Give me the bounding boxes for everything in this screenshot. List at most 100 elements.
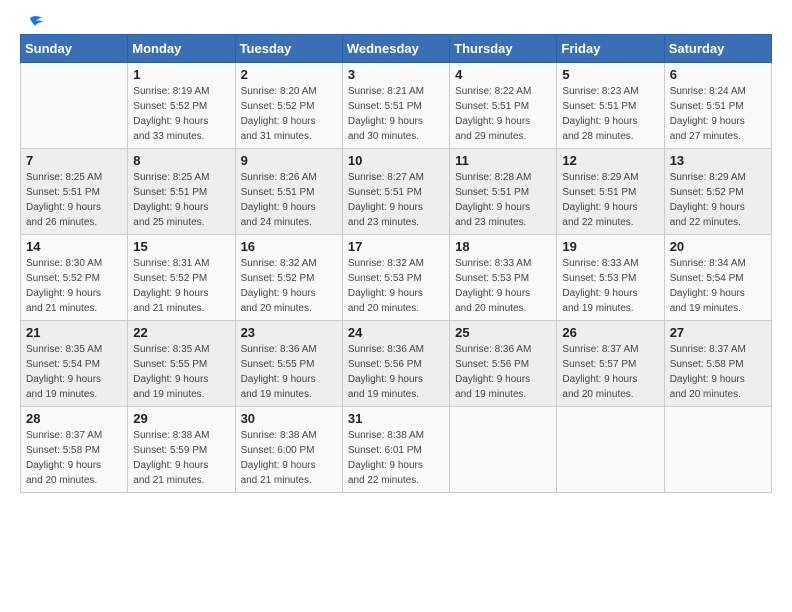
day-number: 7 [26, 153, 122, 168]
day-number: 21 [26, 325, 122, 340]
calendar-cell: 20 Sunrise: 8:34 AM Sunset: 5:54 PM Dayli… [664, 235, 771, 321]
calendar-cell: 12 Sunrise: 8:29 AM Sunset: 5:51 PM Dayli… [557, 149, 664, 235]
calendar-cell: 6 Sunrise: 8:24 AM Sunset: 5:51 PM Daylig… [664, 63, 771, 149]
weekday-header-tuesday: Tuesday [235, 35, 342, 63]
day-number: 6 [670, 67, 766, 82]
day-info: Sunrise: 8:32 AM Sunset: 5:53 PM Dayligh… [348, 256, 444, 316]
day-info: Sunrise: 8:38 AM Sunset: 5:59 PM Dayligh… [133, 428, 229, 488]
day-number: 16 [241, 239, 337, 254]
calendar-cell: 10 Sunrise: 8:27 AM Sunset: 5:51 PM Dayli… [342, 149, 449, 235]
calendar-cell [664, 407, 771, 493]
day-number: 31 [348, 411, 444, 426]
day-info: Sunrise: 8:34 AM Sunset: 5:54 PM Dayligh… [670, 256, 766, 316]
day-number: 17 [348, 239, 444, 254]
day-number: 29 [133, 411, 229, 426]
calendar-cell: 16Sunrise: 8:32 AM Sunset: 5:52 PM Dayli… [235, 235, 342, 321]
calendar-cell: 3 Sunrise: 8:21 AM Sunset: 5:51 PM Daylig… [342, 63, 449, 149]
day-info: Sunrise: 8:38 AM Sunset: 6:01 PM Dayligh… [348, 428, 444, 488]
calendar-cell: 5 Sunrise: 8:23 AM Sunset: 5:51 PM Daylig… [557, 63, 664, 149]
weekday-header-thursday: Thursday [450, 35, 557, 63]
day-number: 3 [348, 67, 444, 82]
logo [20, 20, 44, 30]
weekday-header-friday: Friday [557, 35, 664, 63]
calendar-cell: 4 Sunrise: 8:22 AM Sunset: 5:51 PM Daylig… [450, 63, 557, 149]
calendar-cell: 7 Sunrise: 8:25 AM Sunset: 5:51 PM Daylig… [21, 149, 128, 235]
calendar-cell: 26 Sunrise: 8:37 AM Sunset: 5:57 PM Dayli… [557, 321, 664, 407]
day-info: Sunrise: 8:24 AM Sunset: 5:51 PM Dayligh… [670, 84, 766, 144]
day-number: 10 [348, 153, 444, 168]
weekday-header-sunday: Sunday [21, 35, 128, 63]
calendar-cell: 9 Sunrise: 8:26 AM Sunset: 5:51 PM Daylig… [235, 149, 342, 235]
calendar-cell: 24Sunrise: 8:36 AM Sunset: 5:56 PM Dayli… [342, 321, 449, 407]
day-info: Sunrise: 8:37 AM Sunset: 5:58 PM Dayligh… [26, 428, 122, 488]
day-number: 9 [241, 153, 337, 168]
day-number: 5 [562, 67, 658, 82]
page-header [20, 20, 772, 30]
day-info: Sunrise: 8:35 AM Sunset: 5:55 PM Dayligh… [133, 342, 229, 402]
day-info: Sunrise: 8:37 AM Sunset: 5:57 PM Dayligh… [562, 342, 658, 402]
weekday-header-wednesday: Wednesday [342, 35, 449, 63]
day-number: 14 [26, 239, 122, 254]
calendar-cell: 14Sunrise: 8:30 AM Sunset: 5:52 PM Dayli… [21, 235, 128, 321]
day-number: 4 [455, 67, 551, 82]
calendar-cell: 1 Sunrise: 8:19 AM Sunset: 5:52 PM Daylig… [128, 63, 235, 149]
day-info: Sunrise: 8:21 AM Sunset: 5:51 PM Dayligh… [348, 84, 444, 144]
day-info: Sunrise: 8:36 AM Sunset: 5:56 PM Dayligh… [455, 342, 551, 402]
day-info: Sunrise: 8:27 AM Sunset: 5:51 PM Dayligh… [348, 170, 444, 230]
calendar-cell: 31 Sunrise: 8:38 AM Sunset: 6:01 PM Dayli… [342, 407, 449, 493]
calendar-cell: 8 Sunrise: 8:25 AM Sunset: 5:51 PM Daylig… [128, 149, 235, 235]
calendar-cell: 13 Sunrise: 8:29 AM Sunset: 5:52 PM Dayli… [664, 149, 771, 235]
day-info: Sunrise: 8:31 AM Sunset: 5:52 PM Dayligh… [133, 256, 229, 316]
day-info: Sunrise: 8:38 AM Sunset: 6:00 PM Dayligh… [241, 428, 337, 488]
day-number: 8 [133, 153, 229, 168]
day-info: Sunrise: 8:23 AM Sunset: 5:51 PM Dayligh… [562, 84, 658, 144]
day-info: Sunrise: 8:36 AM Sunset: 5:55 PM Dayligh… [241, 342, 337, 402]
day-info: Sunrise: 8:37 AM Sunset: 5:58 PM Dayligh… [670, 342, 766, 402]
day-info: Sunrise: 8:22 AM Sunset: 5:51 PM Dayligh… [455, 84, 551, 144]
day-number: 26 [562, 325, 658, 340]
day-number: 1 [133, 67, 229, 82]
day-info: Sunrise: 8:33 AM Sunset: 5:53 PM Dayligh… [455, 256, 551, 316]
day-number: 12 [562, 153, 658, 168]
day-number: 27 [670, 325, 766, 340]
day-number: 2 [241, 67, 337, 82]
calendar-cell: 23 Sunrise: 8:36 AM Sunset: 5:55 PM Dayli… [235, 321, 342, 407]
calendar-cell: 22 Sunrise: 8:35 AM Sunset: 5:55 PM Dayli… [128, 321, 235, 407]
day-number: 20 [670, 239, 766, 254]
calendar-cell: 30 Sunrise: 8:38 AM Sunset: 6:00 PM Dayli… [235, 407, 342, 493]
day-info: Sunrise: 8:29 AM Sunset: 5:52 PM Dayligh… [670, 170, 766, 230]
calendar-cell: 21 Sunrise: 8:35 AM Sunset: 5:54 PM Dayli… [21, 321, 128, 407]
day-info: Sunrise: 8:28 AM Sunset: 5:51 PM Dayligh… [455, 170, 551, 230]
calendar-cell [557, 407, 664, 493]
day-info: Sunrise: 8:36 AM Sunset: 5:56 PM Dayligh… [348, 342, 444, 402]
day-number: 15 [133, 239, 229, 254]
calendar-cell: 2 Sunrise: 8:20 AM Sunset: 5:52 PM Daylig… [235, 63, 342, 149]
day-info: Sunrise: 8:29 AM Sunset: 5:51 PM Dayligh… [562, 170, 658, 230]
calendar-cell: 29 Sunrise: 8:38 AM Sunset: 5:59 PM Dayli… [128, 407, 235, 493]
day-number: 18 [455, 239, 551, 254]
calendar-cell: 25Sunrise: 8:36 AM Sunset: 5:56 PM Dayli… [450, 321, 557, 407]
day-info: Sunrise: 8:25 AM Sunset: 5:51 PM Dayligh… [133, 170, 229, 230]
calendar-table: SundayMondayTuesdayWednesdayThursdayFrid… [20, 34, 772, 493]
day-info: Sunrise: 8:33 AM Sunset: 5:53 PM Dayligh… [562, 256, 658, 316]
day-number: 28 [26, 411, 122, 426]
day-info: Sunrise: 8:35 AM Sunset: 5:54 PM Dayligh… [26, 342, 122, 402]
calendar-cell: 28 Sunrise: 8:37 AM Sunset: 5:58 PM Dayli… [21, 407, 128, 493]
day-number: 11 [455, 153, 551, 168]
day-info: Sunrise: 8:20 AM Sunset: 5:52 PM Dayligh… [241, 84, 337, 144]
day-number: 13 [670, 153, 766, 168]
calendar-cell: 11 Sunrise: 8:28 AM Sunset: 5:51 PM Dayli… [450, 149, 557, 235]
calendar-cell: 15 Sunrise: 8:31 AM Sunset: 5:52 PM Dayli… [128, 235, 235, 321]
day-number: 19 [562, 239, 658, 254]
day-info: Sunrise: 8:19 AM Sunset: 5:52 PM Dayligh… [133, 84, 229, 144]
calendar-cell [21, 63, 128, 149]
weekday-header-monday: Monday [128, 35, 235, 63]
calendar-cell [450, 407, 557, 493]
calendar-cell: 17 Sunrise: 8:32 AM Sunset: 5:53 PM Dayli… [342, 235, 449, 321]
day-number: 30 [241, 411, 337, 426]
day-info: Sunrise: 8:25 AM Sunset: 5:51 PM Dayligh… [26, 170, 122, 230]
day-number: 23 [241, 325, 337, 340]
day-info: Sunrise: 8:26 AM Sunset: 5:51 PM Dayligh… [241, 170, 337, 230]
day-number: 22 [133, 325, 229, 340]
weekday-header-saturday: Saturday [664, 35, 771, 63]
